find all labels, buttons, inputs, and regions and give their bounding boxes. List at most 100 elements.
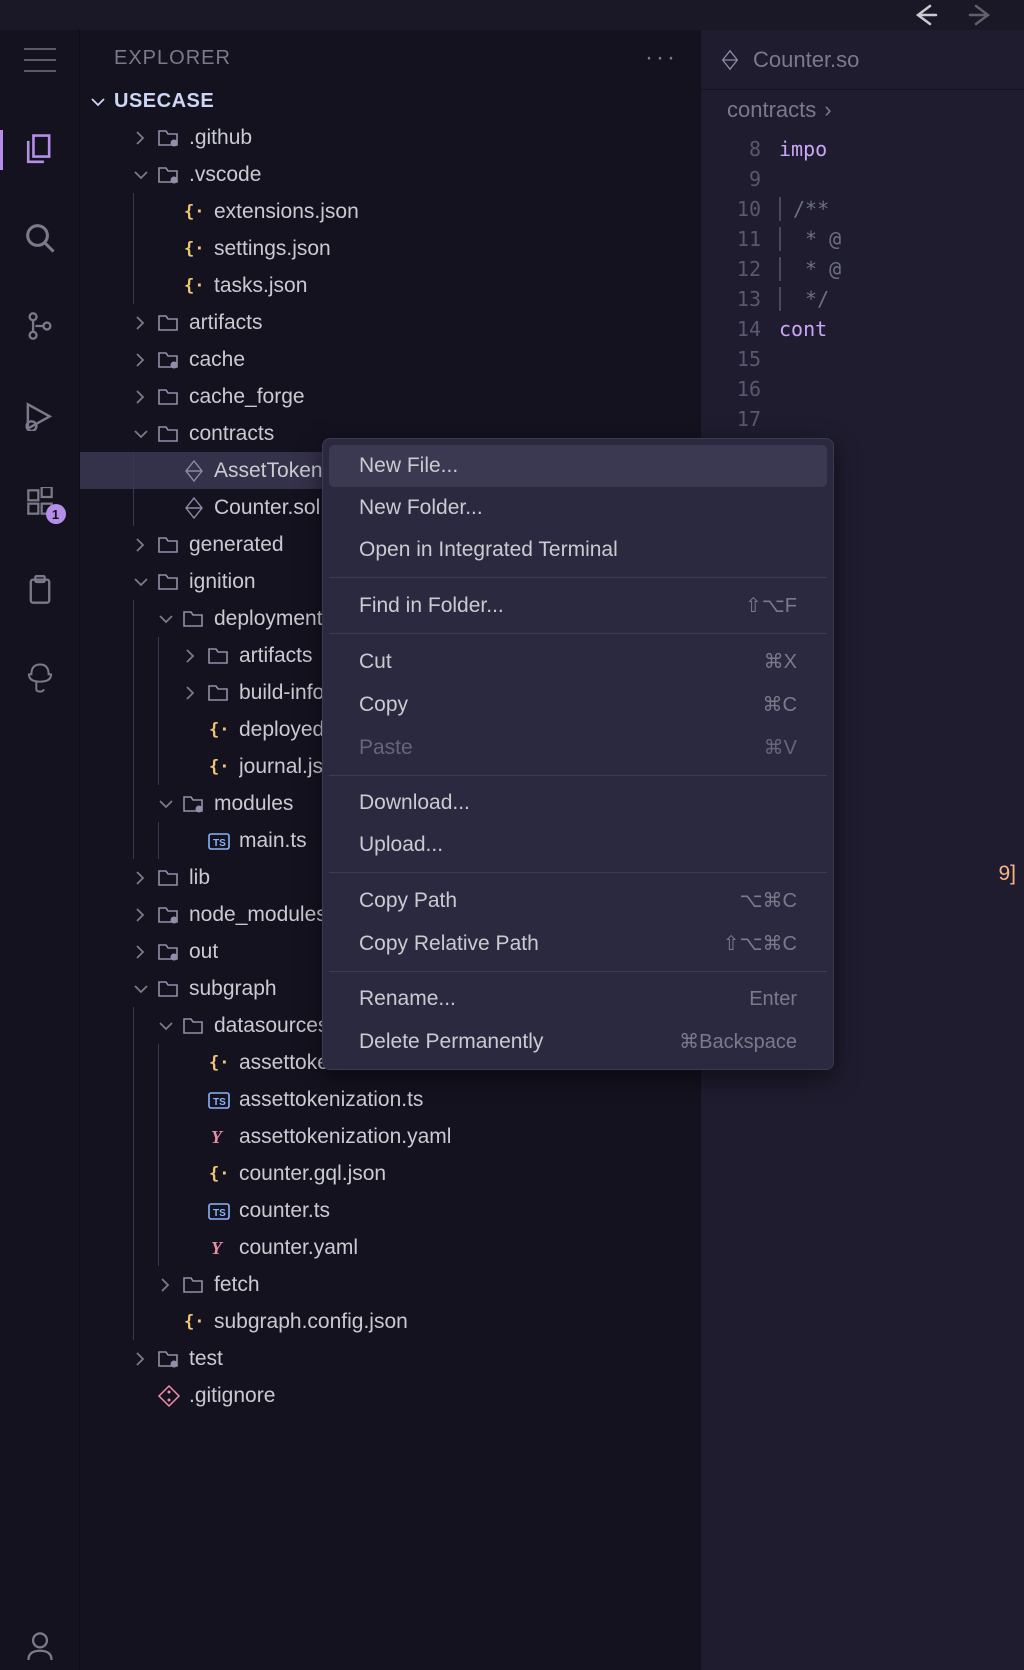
menu-item[interactable]: Upload... — [329, 824, 827, 866]
menu-item-label: Copy — [359, 693, 408, 717]
search-icon — [24, 222, 56, 254]
file-row[interactable]: extensions.json — [80, 193, 700, 230]
lamp-icon — [24, 662, 56, 694]
folder-icon — [182, 1014, 206, 1038]
menu-item-label: Paste — [359, 736, 413, 760]
solidity-icon — [719, 49, 741, 71]
menu-item[interactable]: Open in Integrated Terminal — [329, 529, 827, 571]
folder-icon — [157, 570, 181, 594]
more-icon[interactable]: ··· — [645, 44, 678, 72]
menu-item[interactable]: Copy⌘C — [329, 683, 827, 726]
folder-row[interactable]: cache_forge — [80, 378, 700, 415]
json-icon — [207, 755, 231, 779]
file-row[interactable]: assettokenization.ts — [80, 1081, 700, 1118]
breadcrumb[interactable]: contracts › — [701, 90, 1024, 130]
line-number: 8 — [701, 137, 779, 161]
nav-forward-icon[interactable] — [968, 2, 994, 28]
line-number: 16 — [701, 377, 779, 401]
file-row[interactable]: tasks.json — [80, 267, 700, 304]
code-editor[interactable]: 8impo910/**11 * @12 * @13 */14cont151617 — [701, 130, 1024, 434]
file-row[interactable]: counter.yaml — [80, 1229, 700, 1266]
menu-item-shortcut: ⌘V — [764, 735, 797, 760]
chevron-down-icon — [158, 796, 174, 812]
chevron-right-icon — [133, 389, 149, 405]
chevron-down-icon — [158, 1018, 174, 1034]
menu-item[interactable]: Copy Relative Path⇧⌥⌘C — [329, 922, 827, 965]
chevron-right-icon — [133, 870, 149, 886]
line-number: 11 — [701, 227, 779, 251]
code-line: 14cont — [701, 314, 1024, 344]
activity-explorer[interactable] — [0, 126, 80, 174]
activity-extensions[interactable]: 1 — [0, 478, 80, 526]
chevron-right-icon — [133, 315, 149, 331]
tree-item-label: settings.json — [214, 237, 331, 261]
menu-item-label: Open in Integrated Terminal — [359, 538, 618, 562]
line-number: 9 — [701, 167, 779, 191]
menu-item[interactable]: New File... — [329, 445, 827, 487]
debug-icon — [23, 397, 57, 431]
activity-search[interactable] — [0, 214, 80, 262]
workspace-name: USECASE — [114, 90, 214, 113]
tree-item-label: contracts — [189, 422, 274, 446]
nav-back-icon[interactable] — [912, 2, 938, 28]
menu-item[interactable]: Find in Folder...⇧⌥F — [329, 584, 827, 627]
tree-item-label: cache_forge — [189, 385, 305, 409]
file-row[interactable]: settings.json — [80, 230, 700, 267]
file-row[interactable]: counter.ts — [80, 1192, 700, 1229]
activity-lamp[interactable] — [0, 654, 80, 702]
menu-item[interactable]: Copy Path⌥⌘C — [329, 879, 827, 922]
tree-item-label: extensions.json — [214, 200, 359, 224]
menu-item: Paste ⌘V — [329, 726, 827, 769]
chevron-down-icon — [133, 426, 149, 442]
menu-separator — [329, 872, 827, 873]
file-row[interactable]: assettokenization.yaml — [80, 1118, 700, 1155]
folder-icon — [182, 1273, 206, 1297]
menu-item-label: Find in Folder... — [359, 594, 504, 618]
tree-item-label: lib — [189, 866, 210, 890]
tree-item-label: assettokenization.ts — [239, 1088, 423, 1112]
files-icon — [23, 133, 57, 167]
menu-item[interactable]: Rename... Enter — [329, 978, 827, 1020]
file-row[interactable]: subgraph.config.json — [80, 1303, 700, 1340]
activity-account[interactable] — [0, 1630, 80, 1660]
menu-item[interactable]: Download... — [329, 782, 827, 824]
folder-row[interactable]: test — [80, 1340, 700, 1377]
folder-row[interactable]: .github — [80, 119, 700, 156]
workspace-header[interactable]: USECASE — [80, 86, 700, 119]
menu-item-shortcut: Enter — [749, 988, 797, 1011]
activity-clipboard[interactable] — [0, 566, 80, 614]
tab-title[interactable]: Counter.so — [753, 47, 859, 73]
chevron-right-icon — [133, 1351, 149, 1367]
menu-item-label: Rename... — [359, 987, 456, 1011]
menu-item-label: New Folder... — [359, 496, 483, 520]
line-number: 14 — [701, 317, 779, 341]
file-row[interactable]: .gitignore — [80, 1377, 700, 1414]
menu-item[interactable]: Cut⌘X — [329, 640, 827, 683]
tree-item-label: generated — [189, 533, 284, 557]
clipboard-icon — [25, 575, 55, 605]
json-icon — [182, 1310, 206, 1334]
extensions-badge: 1 — [46, 504, 66, 524]
folder-icon — [157, 422, 181, 446]
chevron-down-icon — [90, 94, 106, 110]
code-line: 13 */ — [701, 284, 1024, 314]
activity-scm[interactable] — [0, 302, 80, 350]
folder-row[interactable]: artifacts — [80, 304, 700, 341]
solidity-icon — [182, 496, 206, 520]
menu-item[interactable]: Delete Permanently⌘Backspace — [329, 1020, 827, 1063]
activity-bar: 1 — [0, 30, 80, 1670]
file-row[interactable]: counter.gql.json — [80, 1155, 700, 1192]
menu-item[interactable]: New Folder... — [329, 487, 827, 529]
folder-row[interactable]: fetch — [80, 1266, 700, 1303]
chevron-right-icon — [183, 648, 199, 664]
explorer-title: EXPLORER — [114, 47, 231, 70]
folder-row[interactable]: .vscode — [80, 156, 700, 193]
tree-item-label: modules — [214, 792, 293, 816]
folder-row[interactable]: cache — [80, 341, 700, 378]
activity-debug[interactable] — [0, 390, 80, 438]
yaml-icon — [207, 1125, 231, 1149]
menu-icon[interactable] — [24, 48, 56, 72]
scm-icon — [25, 311, 55, 341]
tree-item-label: .gitignore — [189, 1384, 275, 1408]
menu-item-label: Upload... — [359, 833, 443, 857]
